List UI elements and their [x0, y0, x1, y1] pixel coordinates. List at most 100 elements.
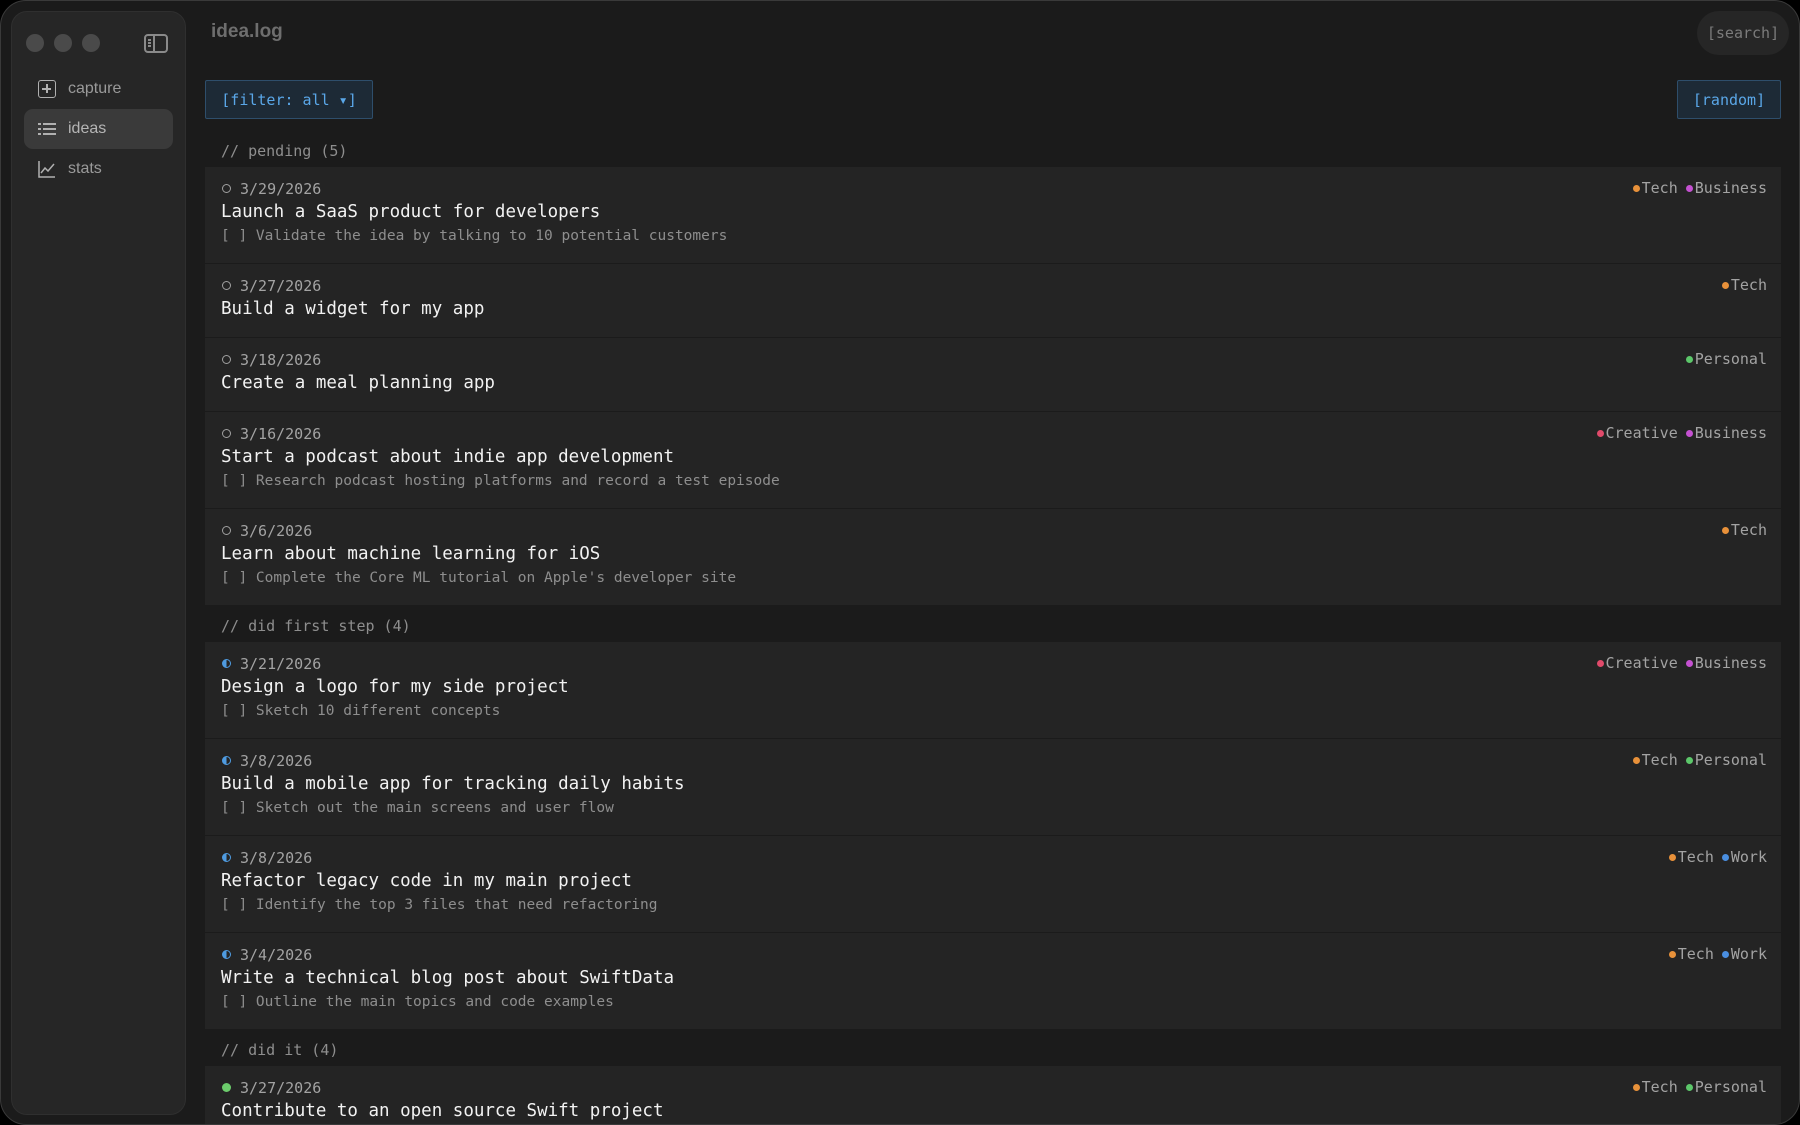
tag-label: Creative [1605, 654, 1678, 672]
idea-first-step[interactable]: [ ] Research podcast hosting platforms a… [221, 473, 1765, 489]
idea-list: // pending (5) 3/29/2026 Launch a SaaS pro… [205, 131, 1781, 1124]
tag-tech: Tech [1668, 848, 1714, 866]
idea-card[interactable]: 3/27/2026 Build a widget for my app Tech [205, 264, 1781, 338]
tag-tech: Tech [1721, 276, 1767, 294]
status-half-icon[interactable] [222, 853, 231, 862]
idea-date-row: 3/27/2026 [221, 276, 1765, 295]
status-pending-icon[interactable] [222, 429, 231, 438]
idea-card[interactable]: 3/4/2026 Write a technical blog post abou… [205, 933, 1781, 1030]
tag-business: Business [1685, 179, 1767, 197]
tag-label: Work [1730, 848, 1767, 866]
idea-date-row: 3/4/2026 [221, 945, 1765, 964]
idea-date-row: 3/21/2026 [221, 654, 1765, 673]
tag-label: Tech [1641, 179, 1678, 197]
tag-creative: Creative [1596, 654, 1678, 672]
section-header: // did it (4) [221, 1041, 339, 1059]
tag-dot-icon [1632, 184, 1640, 192]
idea-card[interactable]: 3/8/2026 Refactor legacy code in my main … [205, 836, 1781, 933]
idea-first-step[interactable]: [ ] Validate the idea by talking to 10 p… [221, 228, 1765, 244]
section-header: // pending (5) [221, 142, 348, 160]
idea-card[interactable]: 3/16/2026 Start a podcast about indie app… [205, 412, 1781, 509]
idea-card[interactable]: 3/18/2026 Create a meal planning app Perso… [205, 338, 1781, 412]
idea-title: Refactor legacy code in my main project [221, 871, 632, 891]
sidebar-item-stats[interactable]: stats [24, 149, 173, 189]
status-half-icon[interactable] [222, 756, 231, 765]
idea-title: Build a widget for my app [221, 299, 485, 319]
idea-tags: Tech [1721, 521, 1767, 539]
status-done-icon[interactable] [222, 1083, 231, 1092]
tag-business: Business [1685, 424, 1767, 442]
idea-date-row: 3/29/2026 [221, 179, 1765, 198]
idea-first-step[interactable]: [ ] Identify the top 3 files that need r… [221, 897, 1765, 913]
sidebar-item-label: ideas [68, 120, 107, 137]
search-button[interactable]: [search] [1697, 11, 1789, 55]
idea-date: 3/16/2026 [240, 424, 322, 443]
idea-title: Build a mobile app for tracking daily ha… [221, 774, 685, 794]
idea-card[interactable]: 3/6/2026 Learn about machine learning for… [205, 509, 1781, 606]
idea-title: Create a meal planning app [221, 373, 495, 393]
status-pending-icon[interactable] [222, 355, 231, 364]
idea-card[interactable]: 3/8/2026 Build a mobile app for tracking … [205, 739, 1781, 836]
idea-date: 3/6/2026 [240, 521, 313, 540]
idea-first-step[interactable]: [ ] Outline the main topics and code exa… [221, 994, 1765, 1010]
tag-dot-icon [1721, 526, 1729, 534]
section-header: // did first step (4) [221, 617, 411, 635]
idea-title: Design a logo for my side project [221, 677, 569, 697]
tag-dot-icon [1685, 1083, 1693, 1091]
status-pending-icon[interactable] [222, 526, 231, 535]
zoom-window-button[interactable] [82, 34, 100, 52]
idea-card[interactable]: 3/29/2026 Launch a SaaS product for devel… [205, 167, 1781, 264]
minimize-window-button[interactable] [54, 34, 72, 52]
tag-creative: Creative [1596, 424, 1678, 442]
tag-work: Work [1721, 848, 1767, 866]
tag-label: Personal [1694, 350, 1767, 368]
idea-date: 3/21/2026 [240, 654, 322, 673]
tag-dot-icon [1721, 853, 1729, 861]
idea-tags: Tech Work [1668, 848, 1767, 866]
sidebar-toggle-icon[interactable] [144, 34, 168, 53]
capture-icon [38, 80, 56, 98]
idea-title: Start a podcast about indie app developm… [221, 447, 675, 467]
tag-tech: Tech [1632, 751, 1678, 769]
tag-personal: Personal [1685, 350, 1767, 368]
idea-first-step[interactable]: [ ] Complete the Core ML tutorial on App… [221, 570, 1765, 586]
idea-title: Launch a SaaS product for developers [221, 202, 601, 222]
filter-dropdown[interactable]: [filter: all ▾] [205, 80, 373, 119]
idea-tags: Tech Business [1632, 179, 1767, 197]
idea-first-step[interactable]: [ ] Sketch out the main screens and user… [221, 800, 1765, 816]
tag-label: Personal [1694, 1078, 1767, 1096]
idea-tags: Tech Personal [1632, 1078, 1767, 1096]
status-pending-icon[interactable] [222, 281, 231, 290]
idea-first-step[interactable]: [ ] Sketch 10 different concepts [221, 703, 1765, 719]
tag-work: Work [1721, 945, 1767, 963]
sidebar-item-capture[interactable]: capture [24, 69, 173, 109]
tag-label: Creative [1605, 424, 1678, 442]
idea-date: 3/18/2026 [240, 350, 322, 369]
tag-dot-icon [1685, 355, 1693, 363]
sidebar-item-ideas[interactable]: ideas [24, 109, 173, 149]
tag-personal: Personal [1685, 1078, 1767, 1096]
app-window: capture ideas stats idea.log [search] [f… [0, 0, 1800, 1125]
idea-tags: Tech [1721, 276, 1767, 294]
sidebar-item-label: capture [68, 80, 122, 97]
idea-tags: Creative Business [1596, 654, 1767, 672]
idea-tags: Tech Personal [1632, 751, 1767, 769]
status-half-icon[interactable] [222, 950, 231, 959]
idea-card[interactable]: 3/27/2026 Contribute to an open source Sw… [205, 1066, 1781, 1124]
idea-card[interactable]: 3/21/2026 Design a logo for my side proje… [205, 642, 1781, 739]
tag-label: Business [1694, 179, 1767, 197]
idea-date-row: 3/16/2026 [221, 424, 1765, 443]
status-pending-icon[interactable] [222, 184, 231, 193]
list-icon [38, 120, 56, 138]
sidebar: capture ideas stats [11, 11, 186, 1115]
tag-tech: Tech [1632, 1078, 1678, 1096]
idea-tags: Tech Work [1668, 945, 1767, 963]
tag-dot-icon [1721, 281, 1729, 289]
close-window-button[interactable] [26, 34, 44, 52]
tag-dot-icon [1685, 184, 1693, 192]
tag-label: Business [1694, 424, 1767, 442]
status-half-icon[interactable] [222, 659, 231, 668]
random-button[interactable]: [random] [1677, 80, 1781, 119]
tag-label: Tech [1677, 848, 1714, 866]
tag-label: Business [1694, 654, 1767, 672]
